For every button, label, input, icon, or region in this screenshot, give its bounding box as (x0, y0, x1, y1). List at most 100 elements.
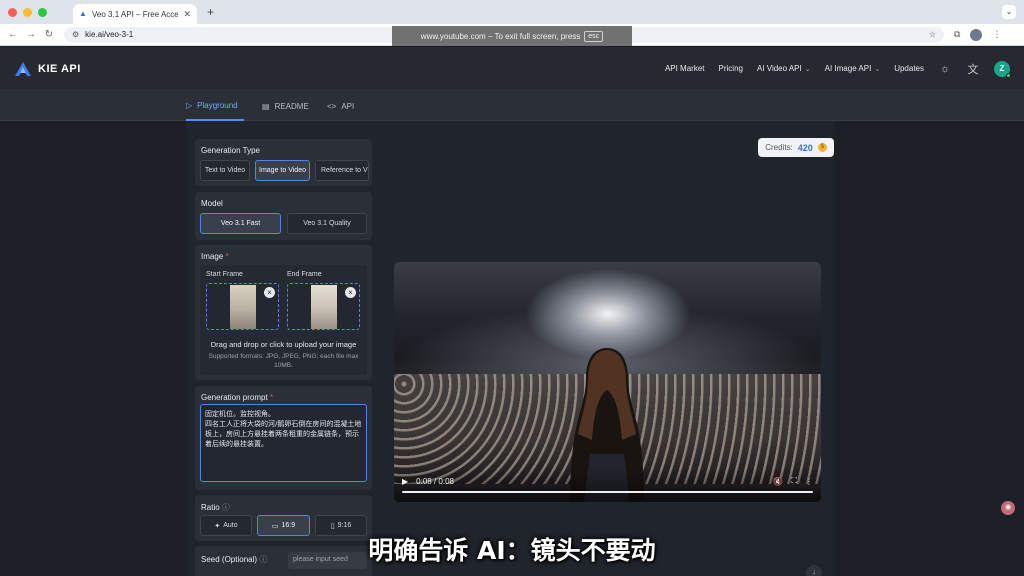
kie-logo-icon (15, 61, 31, 76)
browser-tabbar: ▲ Veo 3.1 API – Free Access to ✕ + ⌄ (0, 0, 1024, 24)
maximize-window-button[interactable] (38, 7, 47, 17)
model-veo-quality[interactable]: Veo 3.1 Quality (287, 213, 367, 234)
image-title-text: Image (201, 252, 224, 261)
nav-ai-image-api[interactable]: AI Image API ⌄ (825, 64, 881, 73)
end-frame-image (311, 285, 337, 329)
option-image-to-video[interactable]: Image to Video (255, 160, 310, 181)
tab-playground[interactable]: ▷ Playground (186, 91, 244, 121)
language-icon[interactable]: 文 (966, 62, 980, 76)
remove-start-frame-icon[interactable]: × (264, 287, 275, 298)
start-frame-label: Start Frame (206, 271, 243, 278)
close-window-button[interactable] (8, 7, 17, 17)
tab-title: Veo 3.1 API – Free Access to (92, 9, 179, 19)
play-icon: ▷ (186, 100, 193, 110)
image-card: Image * Start Frame End Frame × × Drag a… (195, 245, 372, 380)
coin-icon: $ (817, 143, 827, 152)
mute-icon[interactable]: 🔇 (773, 477, 783, 486)
tab-readme[interactable]: ▤ README (262, 91, 309, 121)
site-header: KIE API API Market Pricing AI Video API ⌄… (0, 47, 1024, 91)
extensions-icon[interactable]: ⧉ (954, 29, 960, 40)
start-frame-image (230, 285, 256, 329)
image-title: Image * (201, 252, 229, 261)
floating-assistant-icon[interactable]: ◉ (1001, 501, 1015, 515)
video-progress-bar[interactable] (402, 491, 813, 493)
info-icon[interactable]: ⓘ (222, 503, 230, 512)
forward-icon[interactable]: → (22, 29, 40, 40)
online-status-dot (1006, 72, 1011, 78)
browser-tab[interactable]: ▲ Veo 3.1 API – Free Access to ✕ (73, 4, 197, 24)
end-frame-slot[interactable]: × (287, 283, 360, 330)
video-controls: ▶ 0:08 / 0:08 🔇 ⛶ ⋮ (394, 468, 821, 502)
doc-icon: ▤ (262, 101, 270, 111)
nav-ai-image-api-label: AI Image API (824, 64, 872, 73)
tab-playground-label: Playground (197, 100, 238, 110)
tab-api[interactable]: <> API (327, 91, 354, 121)
nav-api-market[interactable]: API Market (665, 64, 705, 73)
tab-search-icon[interactable]: ⌄ (1002, 5, 1016, 19)
ratio-title: Ratio ⓘ (201, 502, 230, 513)
prompt-textarea[interactable]: 固定机位。监控视角。 四名工人正将大袋的河/鹅卵石倒在房间的混凝土地板上，房间上… (200, 404, 367, 482)
model-title: Model (201, 199, 223, 208)
upload-zone[interactable]: Start Frame End Frame × × Drag and drop … (200, 265, 367, 375)
prompt-card: Generation prompt * 固定机位。监控视角。 四名工人正将大袋的… (195, 386, 372, 490)
model-card: Model Veo 3.1 Fast Veo 3.1 Quality (195, 192, 372, 240)
prompt-title: Generation prompt * (201, 393, 273, 402)
back-icon[interactable]: ← (4, 29, 22, 40)
remove-end-frame-icon[interactable]: × (345, 287, 356, 298)
video-time: 0:08 / 0:08 (416, 476, 454, 486)
ratio-title-text: Ratio (201, 503, 220, 512)
video-player[interactable]: ▶ 0:08 / 0:08 🔇 ⛶ ⋮ (394, 262, 821, 502)
more-options-icon[interactable]: ⋮ (805, 477, 813, 486)
upload-formats: Supported formats: JPG, JPEG, PNG; each … (208, 353, 359, 369)
generation-type-title: Generation Type (201, 146, 261, 155)
profile-avatar[interactable] (970, 28, 983, 41)
ratio-16-9-label: 16:9 (281, 522, 296, 529)
brand-name: KIE API (38, 62, 81, 75)
bookmark-star-icon[interactable]: ☆ (929, 30, 936, 39)
brand-logo[interactable]: KIE API (14, 61, 81, 77)
chevron-down-icon: ⌄ (874, 66, 881, 73)
video-subtitle: 明确告诉 AI：镜头不要动 (368, 536, 656, 565)
nav-pricing[interactable]: Pricing (719, 64, 743, 73)
ratio-auto-label: Auto (223, 522, 238, 529)
portrait-icon: ▯ (330, 522, 335, 530)
magic-wand-icon: ✦ (214, 522, 221, 530)
play-icon[interactable]: ▶ (402, 477, 408, 486)
tab-readme-label: README (274, 101, 309, 111)
browser-menu-icon[interactable]: ⋮ (992, 29, 1001, 40)
credits-value: 420 (797, 142, 813, 153)
user-avatar[interactable]: Z (994, 60, 1011, 78)
prompt-title-text: Generation prompt (201, 393, 268, 402)
required-marker: * (225, 252, 229, 261)
nav-ai-video-api-label: AI Video API (756, 64, 802, 73)
start-frame-slot[interactable]: × (206, 283, 279, 330)
theme-toggle-icon[interactable]: ☼ (938, 62, 952, 76)
model-veo-fast[interactable]: Veo 3.1 Fast (200, 213, 281, 234)
generation-type-card: Generation Type Text to Video Image to V… (195, 139, 372, 186)
reload-icon[interactable]: ↻ (40, 29, 58, 40)
user-initial: Z (999, 64, 1005, 73)
tab-api-label: API (341, 101, 355, 111)
fullscreen-icon[interactable]: ⛶ (791, 476, 797, 486)
option-reference-to-video[interactable]: Reference to Vi (315, 160, 369, 181)
nav-ai-video-api[interactable]: AI Video API ⌄ (757, 64, 811, 73)
end-frame-label: End Frame (287, 271, 322, 278)
url-text: kie.ai/veo-3-1 (85, 30, 134, 39)
ratio-9-16-label: 9:16 (337, 522, 352, 529)
close-tab-icon[interactable]: ✕ (183, 9, 191, 20)
landscape-icon: ▭ (271, 522, 279, 530)
fullscreen-notice-text: www.youtube.com – To exit full screen, p… (420, 31, 581, 41)
fullscreen-notice: www.youtube.com – To exit full screen, p… (392, 26, 632, 46)
esc-key-hint: esc (584, 30, 604, 42)
new-tab-button[interactable]: + (207, 5, 214, 19)
chevron-down-icon: ⌄ (804, 66, 811, 73)
window-controls (8, 7, 47, 17)
minimize-window-button[interactable] (23, 7, 32, 17)
option-text-to-video[interactable]: Text to Video (200, 160, 250, 181)
nav-updates[interactable]: Updates (894, 64, 924, 73)
credits-badge: Credits: 420 $ (758, 138, 834, 157)
scroll-down-icon[interactable]: ↓ (806, 565, 822, 576)
page-tabs: ▷ Playground ▤ README <> API (0, 91, 1024, 121)
required-marker: * (269, 393, 274, 402)
site-info-icon[interactable]: ⚙ (72, 30, 79, 39)
